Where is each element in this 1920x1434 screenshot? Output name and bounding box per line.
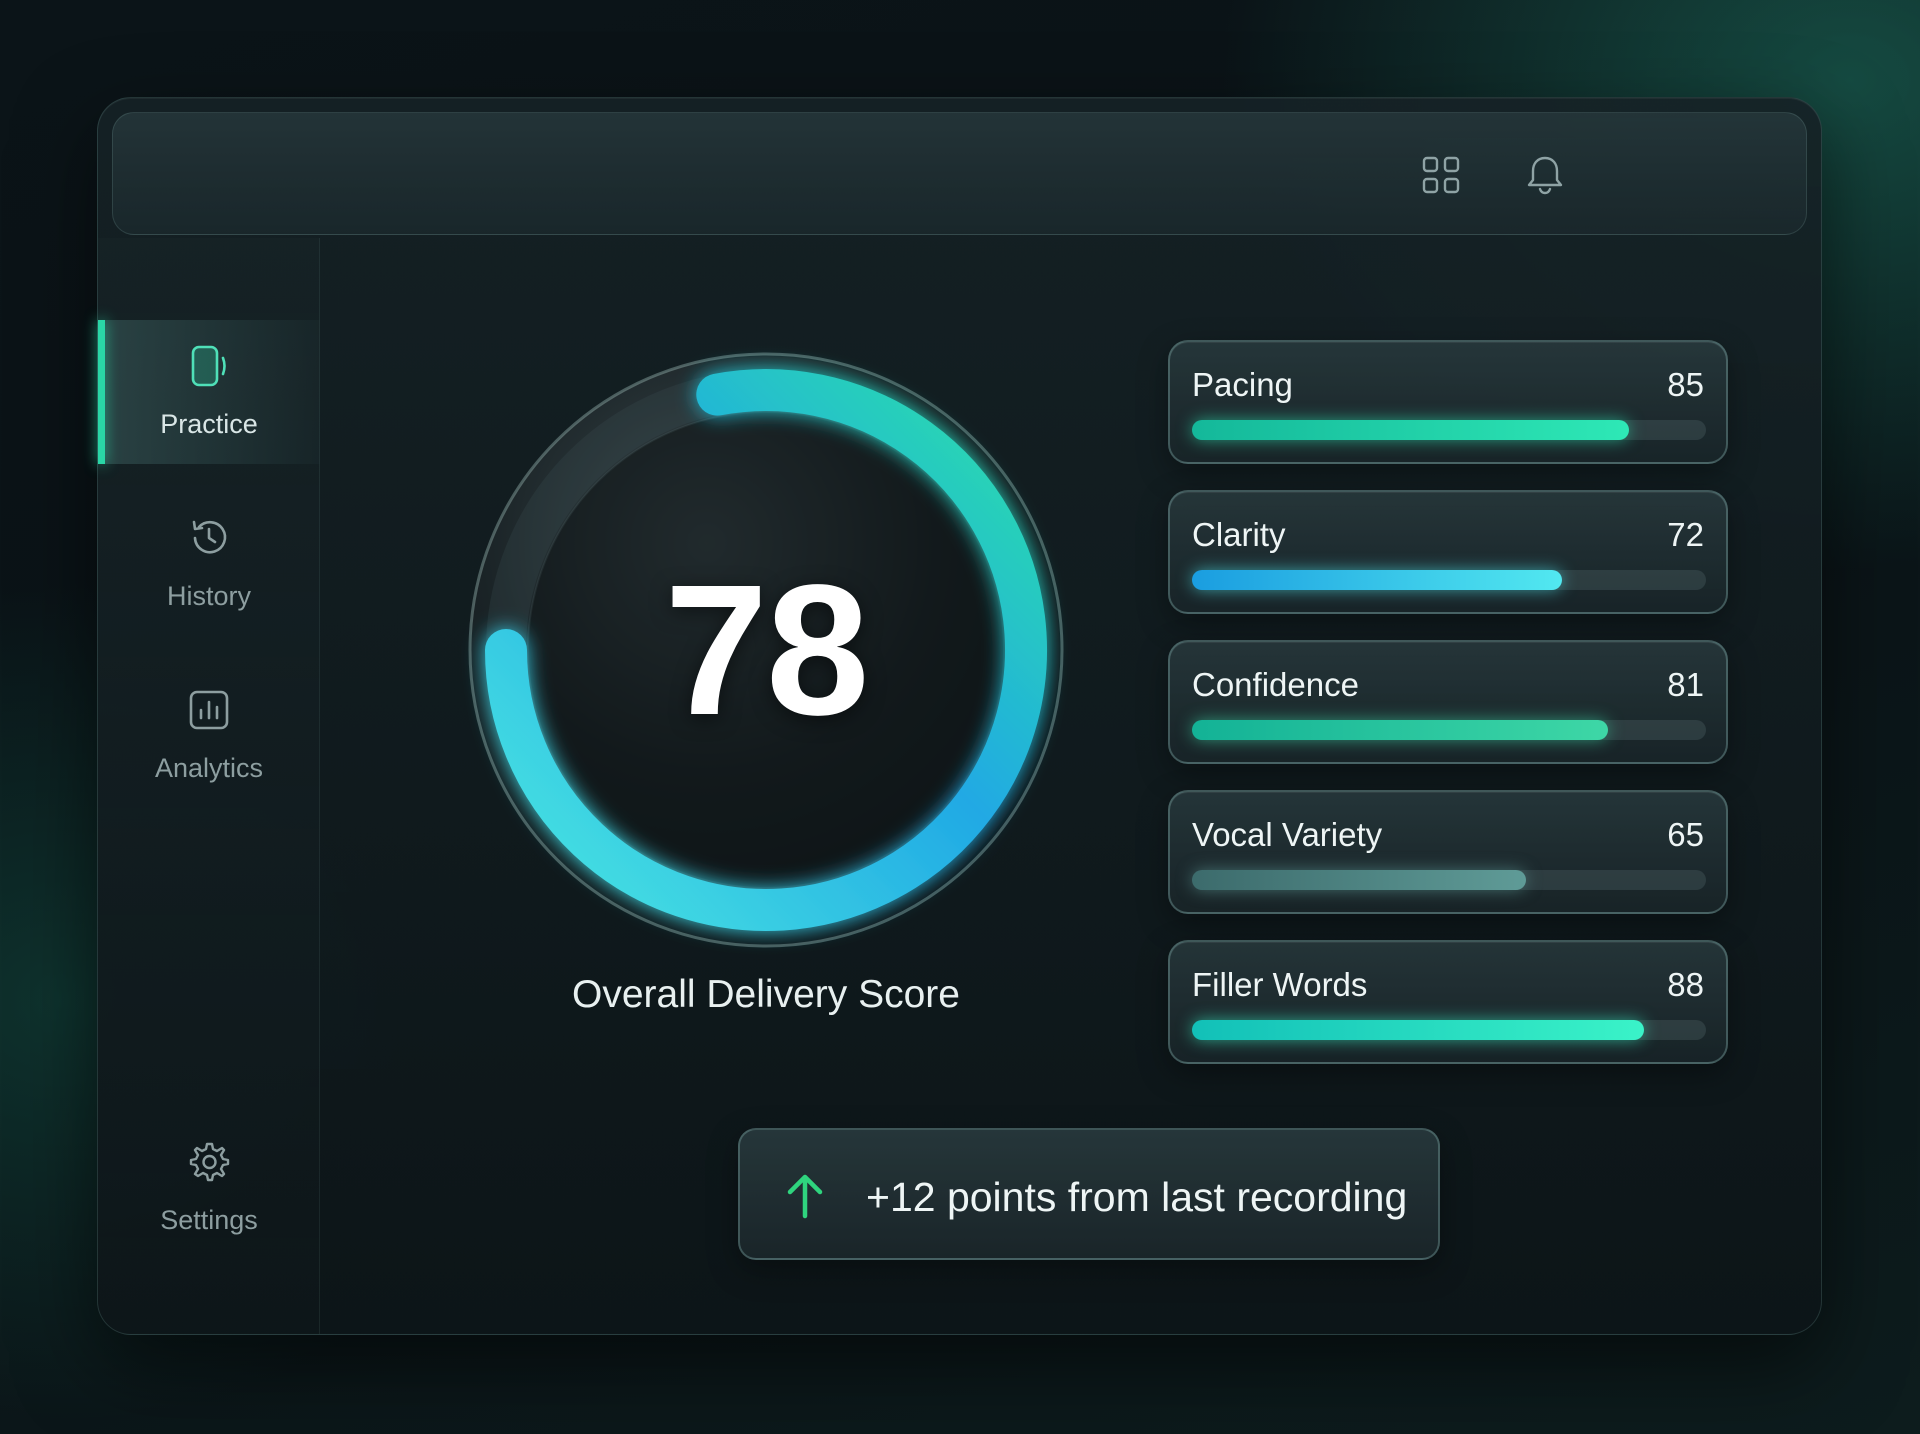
metric-value: 81 <box>1667 666 1704 703</box>
sidebar-item-label: Analytics <box>154 753 264 783</box>
metric-value: 72 <box>1667 516 1704 553</box>
metric-value: 65 <box>1667 816 1704 853</box>
sidebar-item-analytics[interactable]: Analytics <box>98 664 320 808</box>
score-gauge: 78 <box>456 340 1076 960</box>
metric-name: Vocal Variety <box>1192 816 1383 853</box>
sidebar-item-practice[interactable]: Practice <box>98 320 320 464</box>
improvement-banner: +12 points from last recording <box>738 1128 1440 1260</box>
grid-icon[interactable] <box>1419 153 1463 197</box>
metric-name: Pacing <box>1192 366 1293 403</box>
metric-fill <box>1192 870 1527 890</box>
phone-icon <box>187 344 231 395</box>
metric-track <box>1192 870 1706 890</box>
metric-track <box>1192 1020 1706 1040</box>
score-value: 78 <box>664 546 870 754</box>
sidebar-item-label: History <box>166 581 251 611</box>
metric-name: Confidence <box>1192 666 1359 703</box>
metric-fill <box>1192 720 1609 740</box>
bell-icon[interactable] <box>1523 153 1567 197</box>
sidebar: Practice History Analytics Settings <box>98 238 320 1334</box>
sidebar-item-label: Practice <box>160 409 258 439</box>
app-window: Practice History Analytics Settings 78 O… <box>97 97 1822 1335</box>
metric-card-clarity: Clarity 72 <box>1168 490 1728 614</box>
metric-fill <box>1192 570 1563 590</box>
sidebar-item-settings[interactable]: Settings <box>98 1116 320 1260</box>
metric-card-filler-words: Filler Words 88 <box>1168 940 1728 1064</box>
metric-card-confidence: Confidence 81 <box>1168 640 1728 764</box>
gear-icon <box>187 1140 231 1191</box>
score-label: Overall Delivery Score <box>572 973 960 1016</box>
metric-name: Clarity <box>1192 516 1286 553</box>
metric-card-vocal-variety: Vocal Variety 65 <box>1168 790 1728 914</box>
improvement-text: +12 points from last recording <box>866 1174 1408 1220</box>
top-bar <box>112 112 1807 235</box>
metric-fill <box>1192 420 1629 440</box>
arrow-up-icon <box>782 1172 828 1220</box>
metric-card-pacing: Pacing 85 <box>1168 340 1728 464</box>
metric-track <box>1192 420 1706 440</box>
metric-value: 88 <box>1667 966 1704 1003</box>
bar-chart-icon <box>187 688 231 739</box>
sidebar-item-history[interactable]: History <box>98 492 320 636</box>
metric-track <box>1192 570 1706 590</box>
sidebar-item-label: Settings <box>160 1205 258 1235</box>
metric-track <box>1192 720 1706 740</box>
metric-fill <box>1192 1020 1645 1040</box>
metric-value: 85 <box>1667 366 1704 403</box>
history-icon <box>187 516 231 567</box>
metric-name: Filler Words <box>1192 966 1368 1003</box>
